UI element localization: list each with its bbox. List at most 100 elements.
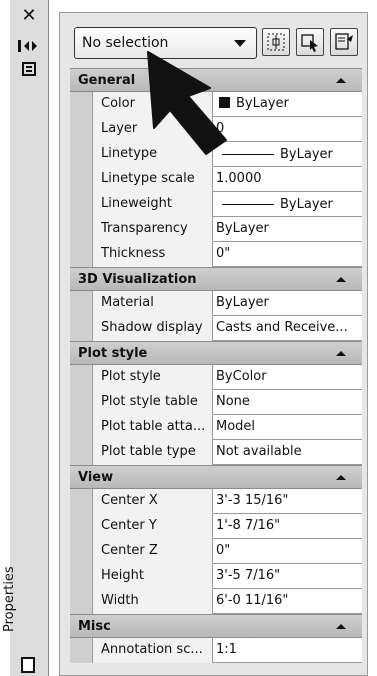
row-gutter [70,291,93,316]
property-name: Annotation sc... [93,638,213,663]
section-title: Plot style [78,346,148,361]
collapse-icon[interactable] [336,277,346,282]
property-value[interactable]: 3'-5 7/16" [213,564,362,589]
property-name: Lineweight [93,192,213,217]
property-row-thickness[interactable]: Thickness 0" [70,242,362,267]
property-row-height[interactable]: Height 3'-5 7/16" [70,564,362,589]
row-gutter [70,192,93,217]
property-row-linetype-scale[interactable]: Linetype scale 1.0000 [70,167,362,192]
selection-toolbar: No selection [74,27,366,61]
row-gutter [70,489,93,514]
section-general[interactable]: General [70,68,362,92]
property-row-layer[interactable]: Layer 0 [70,117,362,142]
collapse-icon[interactable] [336,351,346,356]
property-name: Material [93,291,213,316]
close-icon[interactable]: ✕ [16,7,42,27]
section-plot-style[interactable]: Plot style [70,341,362,365]
quick-select-icon [335,33,353,50]
property-row-transparency[interactable]: Transparency ByLayer [70,217,362,242]
section-title: View [78,470,114,485]
chevron-down-icon [234,40,246,47]
property-row-plot-style-table[interactable]: Plot style table None [70,390,362,415]
toggle-pickadd-button[interactable] [262,28,290,56]
property-value-text: ByLayer [280,196,333,212]
collapse-icon[interactable] [336,624,346,629]
property-value[interactable]: 0 [213,117,362,142]
property-row-annotation-scale[interactable]: Annotation sc... 1:1 [70,638,362,663]
property-name: Linetype scale [93,167,213,192]
row-gutter [70,390,93,415]
section-3d-visualization[interactable]: 3D Visualization [70,267,362,291]
section-view[interactable]: View [70,465,362,489]
property-name: Transparency [93,217,213,242]
property-value[interactable]: ByLayer [213,291,362,316]
row-gutter [70,638,93,663]
property-value[interactable]: 1.0000 [213,167,362,192]
property-row-linetype[interactable]: Linetype ByLayer [70,142,362,167]
property-row-lineweight[interactable]: Lineweight ByLayer [70,192,362,217]
property-row-center-z[interactable]: Center Z 0" [70,539,362,564]
row-gutter [70,316,93,341]
property-list: General Color ByLayer Layer 0 Linetype B… [70,68,362,663]
row-gutter [70,415,93,440]
collapse-icon[interactable] [336,475,346,480]
property-value-text: ByLayer [280,146,333,162]
property-name: Center Z [93,539,213,564]
property-value[interactable]: ByLayer [213,92,362,117]
property-row-material[interactable]: Material ByLayer [70,291,362,316]
property-row-center-x[interactable]: Center X 3'-3 15/16" [70,489,362,514]
section-misc[interactable]: Misc [70,614,362,638]
property-name: Color [93,92,213,117]
property-value[interactable]: Not available [213,440,362,465]
select-objects-button[interactable] [296,28,324,56]
property-name: Center Y [93,514,213,539]
toggle-pickadd-icon [267,33,285,51]
property-name: Plot style table [93,390,213,415]
property-value[interactable]: 3'-3 15/16" [213,489,362,514]
property-name: Plot table atta... [93,415,213,440]
property-value[interactable]: Casts and Receive... [213,316,362,341]
property-row-color[interactable]: Color ByLayer [70,92,362,117]
property-value[interactable]: 0" [213,539,362,564]
property-row-center-y[interactable]: Center Y 1'-8 7/16" [70,514,362,539]
row-gutter [70,589,93,614]
property-name: Plot table type [93,440,213,465]
property-value[interactable]: 1:1 [213,638,362,663]
row-gutter [70,142,93,167]
property-value[interactable]: 0" [213,242,362,267]
row-gutter [70,514,93,539]
property-name: Linetype [93,142,213,167]
selection-dropdown-value: No selection [82,35,169,51]
row-gutter [70,365,93,390]
property-value[interactable]: ByColor [213,365,362,390]
property-name: Height [93,564,213,589]
selection-dropdown[interactable]: No selection [74,27,257,59]
auto-hide-icon[interactable] [17,38,39,52]
property-name: Center X [93,489,213,514]
palette-settings-icon[interactable] [21,657,35,673]
property-value[interactable]: 6'-0 11/16" [213,589,362,614]
property-value[interactable]: ByLayer [213,217,362,242]
property-row-plot-table-attached[interactable]: Plot table atta... Model [70,415,362,440]
row-gutter [70,167,93,192]
property-value[interactable]: Model [213,415,362,440]
property-row-plot-style[interactable]: Plot style ByColor [70,365,362,390]
linetype-preview [222,154,274,155]
property-row-plot-table-type[interactable]: Plot table type Not available [70,440,362,465]
property-row-shadow-display[interactable]: Shadow display Casts and Receive... [70,316,362,341]
property-row-width[interactable]: Width 6'-0 11/16" [70,589,362,614]
row-gutter [70,440,93,465]
section-title: 3D Visualization [78,272,197,287]
properties-menu-icon[interactable] [22,62,36,76]
properties-palette: ✕ Properties No selection [0,0,377,676]
property-value[interactable]: 1'-8 7/16" [213,514,362,539]
property-name: Layer [93,117,213,142]
property-name: Width [93,589,213,614]
collapse-icon[interactable] [336,78,346,83]
section-title: Misc [78,619,111,634]
quick-select-button[interactable] [330,28,358,56]
property-value[interactable]: ByLayer [213,192,362,217]
property-value[interactable]: None [213,390,362,415]
property-value[interactable]: ByLayer [213,142,362,167]
row-gutter [70,217,93,242]
